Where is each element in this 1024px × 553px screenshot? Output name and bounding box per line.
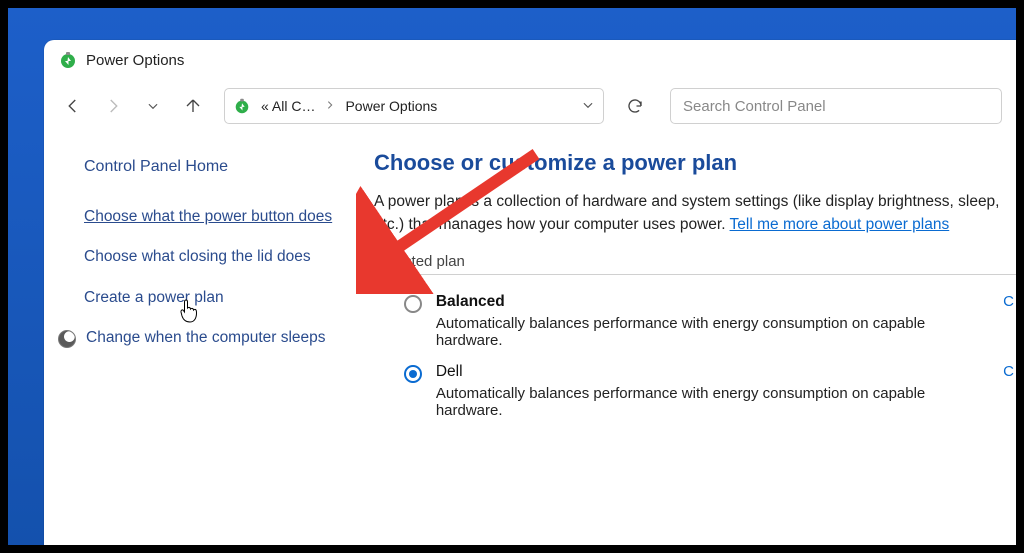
change-plan-link[interactable]: C — [1003, 293, 1016, 310]
divider — [374, 274, 1016, 275]
plan-name: Dell — [436, 363, 989, 381]
breadcrumb-parent[interactable]: « All C… — [261, 98, 315, 114]
chevron-down-icon[interactable] — [581, 98, 595, 115]
plan-balanced[interactable]: Balanced Automatically balances performa… — [374, 293, 1016, 363]
learn-more-link[interactable]: Tell me more about power plans — [730, 216, 950, 233]
sidebar: Control Panel Home Choose what the power… — [44, 142, 364, 433]
plan-dell[interactable]: Dell Automatically balances performance … — [374, 363, 1016, 433]
address-bar[interactable]: « All C… Power Options — [224, 88, 604, 124]
chevron-right-icon — [325, 98, 335, 114]
radio-dell[interactable] — [404, 365, 422, 383]
forward-button[interactable] — [98, 91, 128, 121]
power-options-window: Power Options — [44, 40, 1016, 545]
change-plan-link[interactable]: C — [1003, 363, 1016, 380]
sidebar-link-power-button[interactable]: Choose what the power button does — [84, 206, 340, 228]
plan-description: Automatically balances performance with … — [436, 315, 989, 349]
radio-balanced[interactable] — [404, 295, 422, 313]
breadcrumb-current[interactable]: Power Options — [345, 98, 437, 114]
power-options-icon — [58, 50, 78, 70]
page-description: A power plan is a collection of hardware… — [374, 190, 1016, 237]
navigation-bar: « All C… Power Options — [44, 78, 1016, 142]
control-panel-home-link[interactable]: Control Panel Home — [84, 158, 340, 176]
back-button[interactable] — [58, 91, 88, 121]
window-title: Power Options — [86, 52, 184, 69]
recent-dropdown[interactable] — [138, 91, 168, 121]
moon-icon — [58, 330, 76, 348]
sidebar-link-sleep[interactable]: Change when the computer sleeps — [86, 327, 326, 349]
power-options-icon — [233, 97, 251, 115]
section-label: Selected plan — [374, 253, 1016, 270]
search-input[interactable] — [683, 98, 989, 115]
refresh-button[interactable] — [620, 91, 650, 121]
plan-description: Automatically balances performance with … — [436, 385, 989, 419]
plan-name: Balanced — [436, 293, 989, 311]
titlebar: Power Options — [44, 40, 1016, 78]
sidebar-link-closing-lid[interactable]: Choose what closing the lid does — [84, 246, 340, 268]
sidebar-link-create-plan[interactable]: Create a power plan — [84, 287, 340, 309]
search-box[interactable] — [670, 88, 1002, 124]
up-button[interactable] — [178, 91, 208, 121]
page-heading: Choose or customize a power plan — [374, 150, 1016, 176]
main-content: Choose or customize a power plan A power… — [364, 142, 1016, 433]
